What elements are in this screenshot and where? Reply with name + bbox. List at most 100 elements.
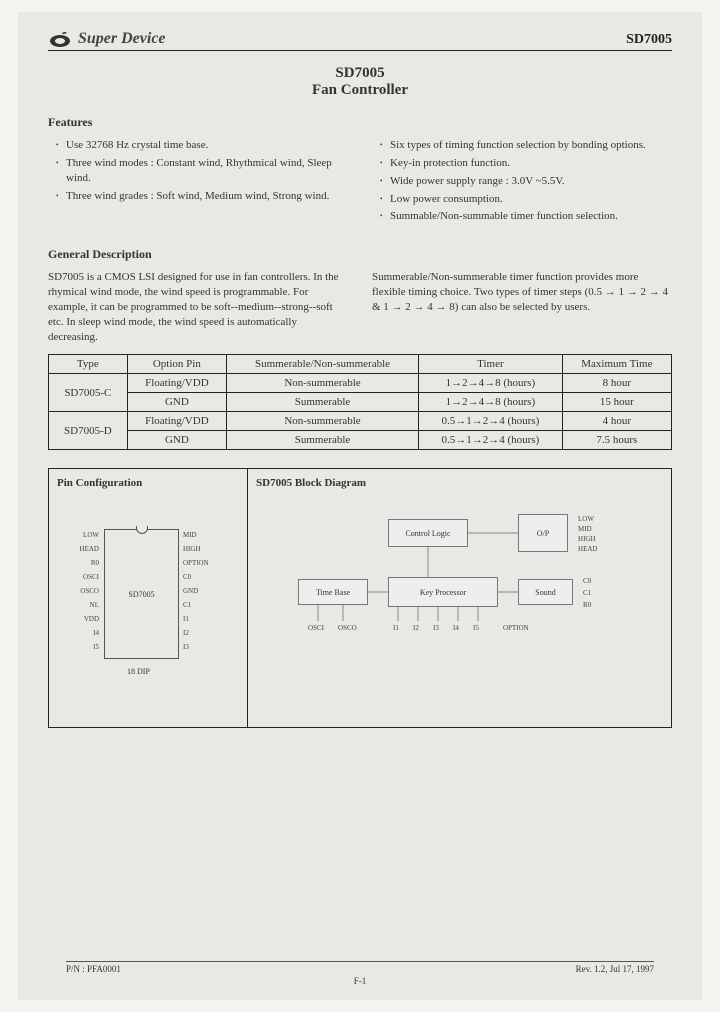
footer-rev: Rev. 1.2, Jul 17, 1997	[576, 964, 654, 974]
feature-item: Key-in protection function.	[380, 156, 672, 171]
sig-i2: I2	[413, 624, 419, 632]
features-heading: Features	[48, 115, 672, 130]
sig-r0: R0	[583, 601, 591, 609]
header: Super Device SD7005	[48, 30, 672, 51]
feature-item: Three wind grades : Soft wind, Medium wi…	[56, 189, 348, 204]
td-opt: GND	[127, 393, 226, 412]
pin-left-9: I5	[63, 643, 99, 651]
pin-configuration: Pin Configuration SD7005 18 DIP LOW HEAD…	[49, 469, 248, 727]
td-max: 8 hour	[562, 374, 671, 393]
pin-right-6: C1	[183, 601, 225, 609]
logo-icon	[48, 30, 72, 48]
title-line2: Fan Controller	[48, 82, 672, 99]
block-control-logic: Control Logic	[388, 519, 468, 547]
sig-i1: I1	[393, 624, 399, 632]
footer-pn: P/N : PFA0001	[66, 964, 121, 974]
diagram-box: Pin Configuration SD7005 18 DIP LOW HEAD…	[48, 468, 672, 728]
features-columns: Use 32768 Hz crystal time base. Three wi…	[48, 138, 672, 227]
title-block: SD7005 Fan Controller	[48, 65, 672, 99]
pin-right-5: GND	[183, 587, 225, 595]
td-max: 7.5 hours	[562, 431, 671, 450]
spec-table: Type Option Pin Summerable/Non-summerabl…	[48, 354, 672, 450]
feature-item: Six types of timing function selection b…	[380, 138, 672, 153]
pin-right-7: I1	[183, 615, 225, 623]
td-type: SD7005-D	[49, 412, 128, 450]
block-diagram: SD7005 Block Diagram Control Logic O/P T…	[248, 469, 671, 727]
th-timer: Timer	[419, 355, 563, 374]
feature-item: Wide power supply range : 3.0V ~5.5V.	[380, 174, 672, 189]
brand: Super Device	[48, 30, 166, 48]
part-number: SD7005	[626, 32, 672, 48]
pin-left-5: OSCO	[63, 587, 99, 595]
td-max: 4 hour	[562, 412, 671, 431]
general-left: SD7005 is a CMOS LSI designed for use in…	[48, 270, 348, 344]
package-label: 18 DIP	[127, 667, 150, 676]
pin-left-6: NL	[63, 601, 99, 609]
sig-option: OPTION	[503, 624, 529, 632]
feature-item: Low power consumption.	[380, 192, 672, 207]
table-row: GND Summerable 0.5→1→2→4 (hours) 7.5 hou…	[49, 431, 672, 450]
pin-left-7: VDD	[63, 615, 99, 623]
pin-left-4: OSCI	[63, 573, 99, 581]
td-timer: 1→2→4→8 (hours)	[419, 393, 563, 412]
th-sum: Summerable/Non-summerable	[227, 355, 419, 374]
sig-i4: I4	[453, 624, 459, 632]
feature-item: Summable/Non-summable timer function sel…	[380, 209, 672, 224]
pin-left-1: LOW	[63, 531, 99, 539]
td-type: SD7005-C	[49, 374, 128, 412]
feature-item: Three wind modes : Constant wind, Rhythm…	[56, 156, 348, 186]
td-sum: Non-summerable	[227, 374, 419, 393]
pinconf-title: Pin Configuration	[57, 477, 239, 489]
pin-right-3: OPTION	[183, 559, 225, 567]
chip-outline: SD7005	[104, 529, 179, 659]
th-max: Maximum Time	[562, 355, 671, 374]
sig-i3: I3	[433, 624, 439, 632]
td-max: 15 hour	[562, 393, 671, 412]
block-timebase: Time Base	[298, 579, 368, 605]
blockdiag-title: SD7005 Block Diagram	[256, 477, 663, 489]
feature-item: Use 32768 Hz crystal time base.	[56, 138, 348, 153]
td-sum: Summerable	[227, 393, 419, 412]
sig-out-low: LOW	[578, 515, 594, 523]
sig-osci: OSCI	[308, 624, 324, 632]
general-columns: SD7005 is a CMOS LSI designed for use in…	[48, 270, 672, 344]
sig-c1: C1	[583, 589, 591, 597]
features-left-list: Use 32768 Hz crystal time base. Three wi…	[48, 138, 348, 203]
td-timer: 1→2→4→8 (hours)	[419, 374, 563, 393]
td-opt: GND	[127, 431, 226, 450]
sig-i5: I5	[473, 624, 479, 632]
sig-out-high: HIGH	[578, 535, 596, 543]
sig-osco: OSCO	[338, 624, 357, 632]
sig-out-head: HEAD	[578, 545, 597, 553]
brand-name: Super Device	[78, 30, 166, 48]
footer: P/N : PFA0001 Rev. 1.2, Jul 17, 1997	[66, 961, 654, 974]
pin-left-8: I4	[63, 629, 99, 637]
th-type: Type	[49, 355, 128, 374]
chip-label: SD7005	[128, 590, 154, 599]
general-heading: General Description	[48, 247, 672, 262]
pin-right-4: C0	[183, 573, 225, 581]
td-opt: Floating/VDD	[127, 374, 226, 393]
page: Super Device SD7005 SD7005 Fan Controlle…	[18, 12, 702, 1000]
general-right: Summerable/Non-summerable timer function…	[372, 270, 672, 344]
td-sum: Non-summerable	[227, 412, 419, 431]
features-right-list: Six types of timing function selection b…	[372, 138, 672, 224]
sig-c0: C0	[583, 577, 591, 585]
table-row: GND Summerable 1→2→4→8 (hours) 15 hour	[49, 393, 672, 412]
sig-out-mid: MID	[578, 525, 592, 533]
pin-right-8: I2	[183, 629, 225, 637]
td-timer: 0.5→1→2→4 (hours)	[419, 412, 563, 431]
th-option: Option Pin	[127, 355, 226, 374]
pin-right-1: MID	[183, 531, 225, 539]
pin-left-3: R0	[63, 559, 99, 567]
pin-right-2: HIGH	[183, 545, 225, 553]
table-row: SD7005-C Floating/VDD Non-summerable 1→2…	[49, 374, 672, 393]
pin-right-9: I3	[183, 643, 225, 651]
table-header-row: Type Option Pin Summerable/Non-summerabl…	[49, 355, 672, 374]
td-sum: Summerable	[227, 431, 419, 450]
chip-notch-icon	[136, 526, 148, 534]
page-number: F-1	[18, 976, 702, 986]
td-timer: 0.5→1→2→4 (hours)	[419, 431, 563, 450]
td-opt: Floating/VDD	[127, 412, 226, 431]
pin-left-2: HEAD	[63, 545, 99, 553]
